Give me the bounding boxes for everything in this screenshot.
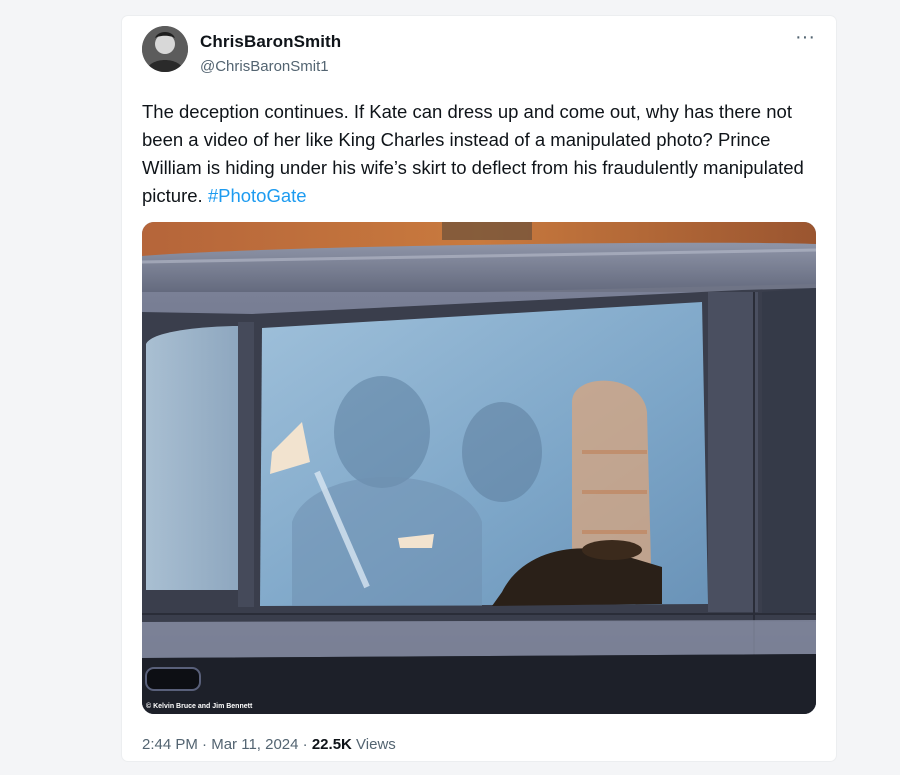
tweet-time[interactable]: 2:44 PM <box>142 736 198 753</box>
meta-separator: · <box>197 736 212 753</box>
tweet-date[interactable]: Mar 11, 2024 <box>211 736 298 753</box>
more-horizontal-icon[interactable]: ··· <box>792 27 818 50</box>
avatar[interactable] <box>142 26 188 72</box>
tweet-meta: 2:44 PM · Mar 11, 2024 · 22.5K Views <box>142 736 396 753</box>
hashtag-link[interactable]: #PhotoGate <box>208 185 307 206</box>
tweet-card: ChrisBaronSmith @ChrisBaronSmit1 ··· The… <box>122 16 836 761</box>
tweet-text: The deception continues. If Kate can dre… <box>142 98 822 210</box>
author-handle[interactable]: @ChrisBaronSmit1 <box>200 58 329 75</box>
tweet-photo[interactable]: © Kelvin Bruce and Jim Bennett <box>142 222 816 714</box>
views-count: 22.5K <box>311 736 352 753</box>
author-display-name[interactable]: ChrisBaronSmith <box>200 32 341 52</box>
meta-separator: · <box>298 736 312 753</box>
car-photo-image <box>142 222 816 714</box>
photo-credit: © Kelvin Bruce and Jim Bennett <box>146 703 253 710</box>
views-label: Views <box>351 736 396 753</box>
avatar-image <box>142 26 188 72</box>
